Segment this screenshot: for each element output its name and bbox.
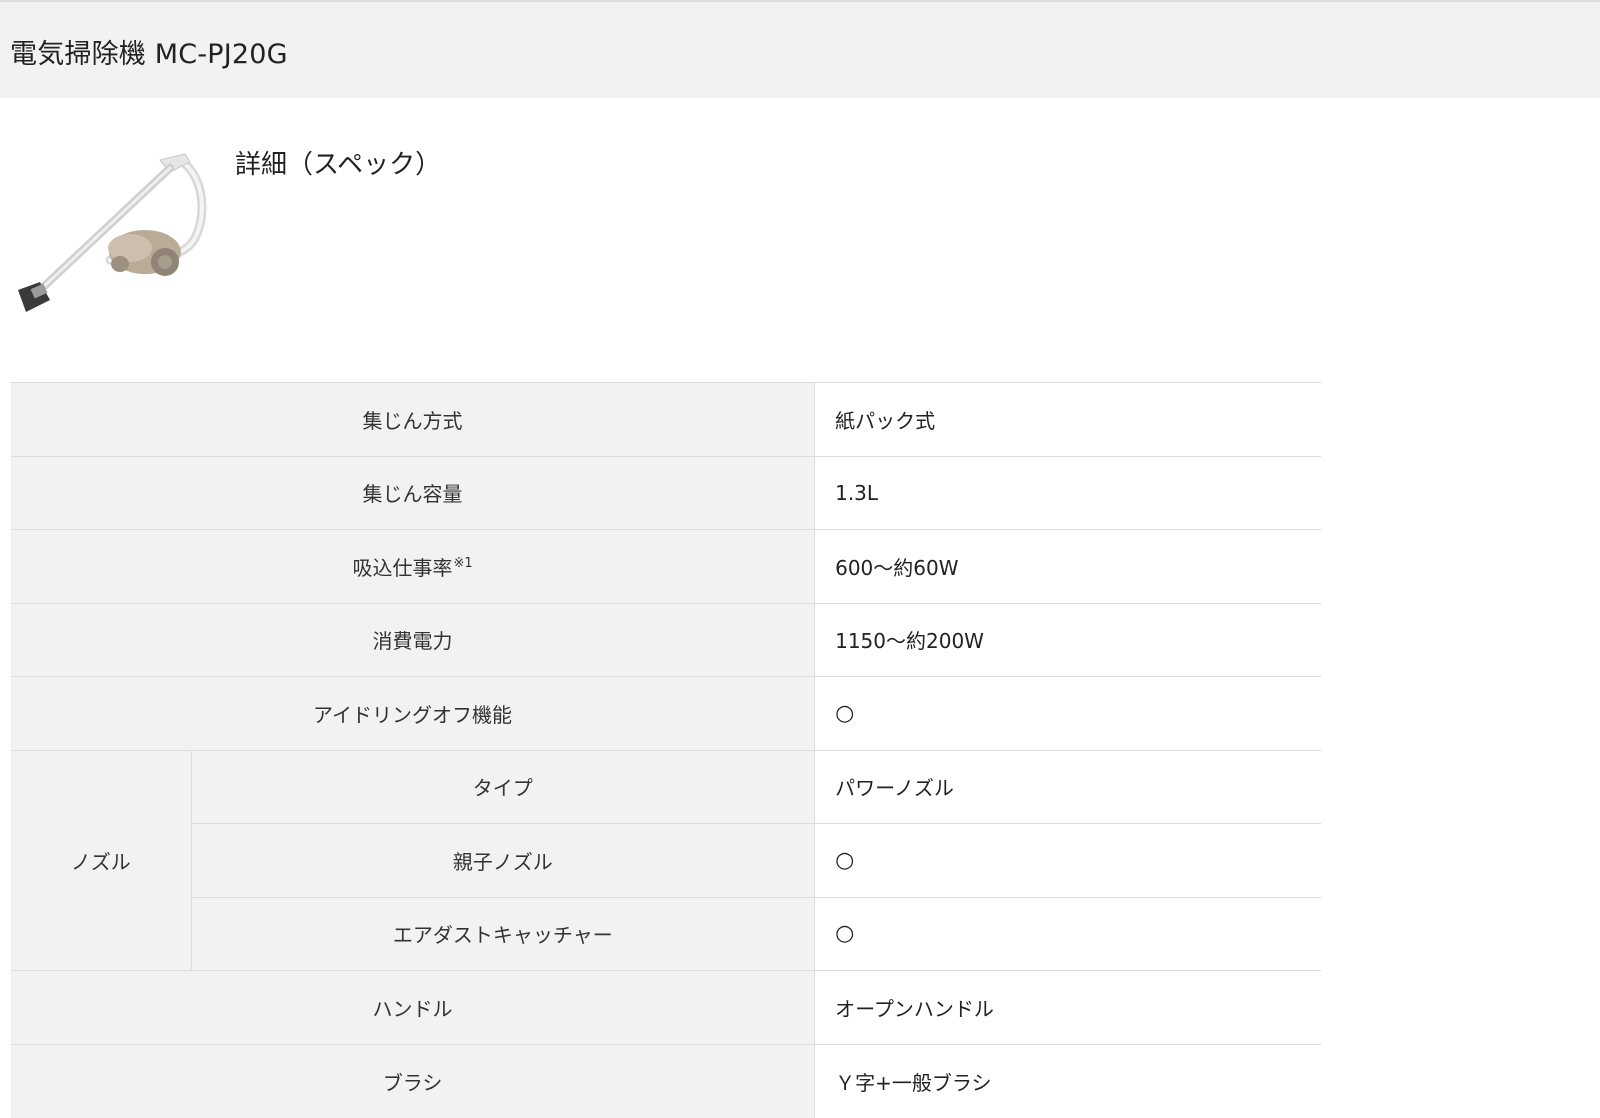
spec-value: ○ [814, 676, 1321, 750]
table-row: 親子ノズル ○ [11, 823, 1321, 897]
spec-value: パワーノズル [814, 749, 1321, 824]
available-mark: ○ [835, 847, 855, 873]
vacuum-cleaner-icon [10, 140, 210, 330]
spec-value: ○ [814, 896, 1321, 971]
table-row: 集じん方式 紙パック式 [11, 382, 1321, 456]
spec-group-label: ノズル [11, 749, 192, 971]
spec-value: 600～約60W [814, 529, 1321, 603]
table-row: ハンドル オープンハンドル [11, 970, 1321, 1044]
spec-value: 1150～約200W [814, 602, 1321, 677]
table-row: エアダストキャッチャー ○ [11, 896, 1321, 971]
table-row: ブラシ Ｙ字+一般ブラシ [11, 1043, 1321, 1118]
spec-value: 紙パック式 [814, 382, 1321, 456]
spec-label: 親子ノズル [191, 823, 815, 897]
spec-value: 1.3L [814, 455, 1321, 530]
spec-value: Ｙ字+一般ブラシ [814, 1043, 1321, 1118]
page-title: 電気掃除機 MC-PJ20G [10, 39, 288, 70]
spec-label: ハンドル [11, 970, 815, 1044]
table-row: アイドリングオフ機能 ○ [11, 676, 1321, 750]
available-mark: ○ [835, 700, 855, 726]
spec-table: 集じん方式 紙パック式 集じん容量 1.3L 吸込仕事率※1 600～約60W … [11, 382, 1321, 1118]
page-header: 電気掃除機 MC-PJ20G [0, 2, 1600, 98]
spec-label: 吸込仕事率 [352, 555, 453, 580]
spec-label-cell: 吸込仕事率※1 [11, 529, 815, 603]
available-mark: ○ [835, 921, 855, 947]
table-row: 集じん容量 1.3L [11, 455, 1321, 530]
footnote-mark: ※1 [453, 556, 473, 572]
spec-value: ○ [814, 823, 1321, 897]
table-row: 吸込仕事率※1 600～約60W [11, 529, 1321, 603]
table-row: 消費電力 1150～約200W [11, 602, 1321, 677]
spec-label: 消費電力 [11, 602, 815, 677]
spec-label: エアダストキャッチャー [191, 896, 815, 971]
spec-label: 集じん方式 [11, 382, 815, 456]
spec-label: タイプ [191, 749, 815, 824]
spec-label: 集じん容量 [11, 455, 815, 530]
spec-label: アイドリングオフ機能 [11, 676, 815, 750]
section-title: 詳細（スペック） [235, 150, 442, 180]
table-row: ノズル タイプ パワーノズル [11, 749, 1321, 971]
spec-label: ブラシ [11, 1043, 815, 1118]
spec-value: オープンハンドル [814, 970, 1321, 1044]
